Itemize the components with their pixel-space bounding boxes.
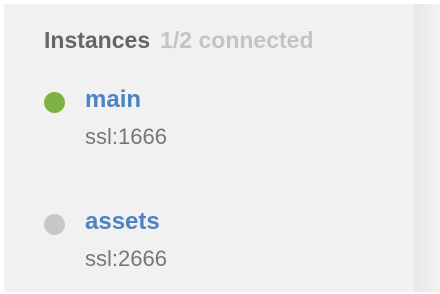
- instances-header: Instances 1/2 connected: [44, 27, 314, 54]
- instance-address: ssl:2666: [85, 246, 167, 271]
- status-dot-icon: [44, 214, 65, 235]
- instance-name-link[interactable]: assets: [85, 208, 160, 236]
- header-title: Instances: [44, 27, 151, 53]
- connection-status: 1/2 connected: [160, 27, 314, 53]
- status-dot-icon: [44, 92, 65, 113]
- instance-address: ssl:1666: [85, 124, 167, 149]
- panel-divider: [414, 4, 440, 292]
- instance-name-link[interactable]: main: [85, 86, 141, 114]
